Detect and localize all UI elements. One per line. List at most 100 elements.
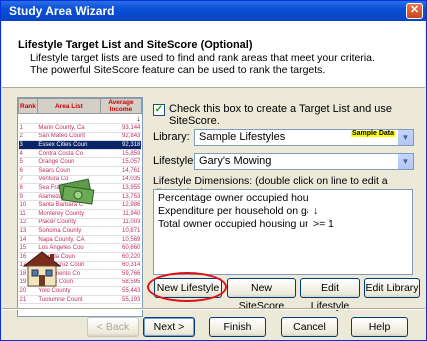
- table-row: 4 Contra Costa Co 15,859: [18, 149, 142, 159]
- table-cell-rank: 5: [18, 157, 38, 167]
- column-header-rank: Rank: [18, 98, 38, 114]
- table-cell-value: 11,003: [100, 218, 142, 228]
- dimension-row[interactable]: Percentage owner occupied housing u: [158, 192, 408, 205]
- table-row: 12 Placer County 11,003: [18, 218, 142, 228]
- table-row: 6 Sears Coun 14,761: [18, 166, 142, 176]
- house-icon: [22, 251, 62, 287]
- dimension-operator: >=: [313, 218, 326, 230]
- table-cell-value: 15,057: [100, 157, 142, 167]
- table-row: 11 Monterey County 11,940: [18, 209, 142, 219]
- library-value: Sample Lifestyles: [199, 131, 286, 143]
- preview-illustration: Rank Area List Average Income ↓ 1 Marin C…: [17, 97, 143, 317]
- table-cell-value: 60,660: [100, 243, 142, 253]
- table-cell-value: 93,144: [100, 123, 142, 133]
- table-cell-value: 60,314: [100, 261, 142, 271]
- library-label: Library:: [153, 131, 190, 143]
- table-row: 3 Essex Cities Coun 92,318: [18, 140, 142, 150]
- table-row: 2 San Mateo Count 92,843: [18, 132, 142, 142]
- chevron-down-icon[interactable]: ▼: [397, 130, 413, 145]
- table-cell-rank: 8: [18, 183, 38, 193]
- footer-divider: [2, 308, 425, 310]
- table-cell-area: Sears Coun: [37, 166, 101, 176]
- table-cell-rank: 7: [18, 175, 38, 185]
- sort-arrow-icon: ↓: [100, 113, 142, 124]
- dimensions-list[interactable]: Percentage owner occupied housing u Expe…: [153, 189, 413, 275]
- study-area-wizard-window: Study Area Wizard ✕ Lifestyle Target Lis…: [0, 0, 427, 341]
- table-cell-value: 14,035: [100, 175, 142, 185]
- table-cell-rank: 9: [18, 192, 38, 202]
- table-cell-area: Essex Cities Coun: [37, 140, 101, 150]
- edit-lifestyle-button[interactable]: Edit Lifestyle: [300, 278, 360, 312]
- wizard-header: Lifestyle Target List and SiteScore (Opt…: [2, 21, 425, 88]
- table-cell-rank: 12: [18, 218, 38, 228]
- table-cell-value: 92,843: [100, 132, 142, 142]
- dimension-row[interactable]: Expenditure per household on garden: ↓: [158, 205, 408, 218]
- dimension-row[interactable]: Total owner occupied housing units >= 1: [158, 218, 408, 231]
- title-bar[interactable]: Study Area Wizard ✕: [1, 1, 426, 21]
- down-arrow-icon: ↓: [313, 205, 319, 217]
- dimension-name: Total owner occupied housing units: [158, 218, 308, 230]
- table-cell-area: Tuolumne Count: [37, 295, 101, 305]
- help-button[interactable]: Help: [351, 317, 408, 337]
- lifestyle-value: Gary's Mowing: [199, 155, 272, 167]
- table-cell-rank: 11: [18, 209, 38, 219]
- table-cell-value: 55,193: [100, 295, 142, 305]
- table-row: 14 Napa County, CA 10,569: [18, 235, 142, 245]
- chevron-down-icon[interactable]: ▼: [397, 154, 413, 169]
- table-cell-rank: 4: [18, 149, 38, 159]
- new-sitescore-button[interactable]: New SiteScore: [227, 278, 296, 312]
- table-cell-value: 58,595: [100, 278, 142, 288]
- table-cell-value: 15,859: [100, 149, 142, 159]
- table-cell-value: 12,986: [100, 200, 142, 210]
- money-icon: [58, 178, 95, 205]
- finish-button[interactable]: Finish: [209, 317, 266, 337]
- lifestyle-label: Lifestyle:: [153, 155, 197, 167]
- back-button[interactable]: < Back: [87, 317, 139, 337]
- table-cell-rank: 2: [18, 132, 38, 142]
- table-cell-rank: 10: [18, 200, 38, 210]
- new-lifestyle-button[interactable]: New Lifestyle: [154, 278, 222, 298]
- table-cell-value: 92,318: [100, 140, 142, 150]
- table-cell-area: Yolo County: [37, 286, 101, 296]
- table-cell-value: 13,753: [100, 192, 142, 202]
- sample-data-badge: Sample Data: [350, 130, 395, 137]
- table-cell-value: 11,940: [100, 209, 142, 219]
- table-cell-rank: 21: [18, 295, 38, 305]
- table-cell-value: 60,220: [100, 252, 142, 262]
- dimension-value: 1: [328, 218, 334, 230]
- dimension-name: Expenditure per household on garden:: [158, 205, 308, 217]
- column-header-area: Area List: [36, 98, 101, 114]
- table-cell-value: 55,443: [100, 286, 142, 296]
- table-cell-rank: 13: [18, 226, 38, 236]
- next-button[interactable]: Next >: [143, 317, 195, 337]
- table-cell-rank: 1: [18, 123, 38, 133]
- create-target-list-checkbox[interactable]: ✓: [153, 104, 165, 116]
- page-heading: Lifestyle Target List and SiteScore (Opt…: [18, 39, 253, 51]
- cancel-button[interactable]: Cancel: [281, 317, 338, 337]
- table-cell-area: Napa County, CA: [37, 235, 101, 245]
- table-cell-area: Marin County, Ca: [37, 123, 101, 133]
- library-select[interactable]: Sample Lifestyles Sample Data ▼: [194, 129, 414, 146]
- table-cell-value: 14,761: [100, 166, 142, 176]
- table-cell-area: Sonoma County: [37, 226, 101, 236]
- lifestyle-select[interactable]: Gary's Mowing ▼: [194, 153, 414, 170]
- table-row: 21 Tuolumne Count 55,193: [18, 295, 142, 305]
- dimension-name: Percentage owner occupied housing u: [158, 192, 308, 204]
- window-title: Study Area Wizard: [9, 4, 115, 18]
- table-cell-area: Placer County: [37, 218, 101, 228]
- table-cell-value: 59,766: [100, 269, 142, 279]
- table-cell-value: 13,955: [100, 183, 142, 193]
- table-cell-rank: 3: [18, 140, 38, 150]
- table-cell-rank: 20: [18, 286, 38, 296]
- table-cell-area: Orange Coun: [37, 157, 101, 167]
- table-cell-rank: 14: [18, 235, 38, 245]
- table-row: 5 Orange Coun 15,057: [18, 157, 142, 167]
- table-cell-area: Monterey County: [37, 209, 101, 219]
- page-description: Lifestyle target lists are used to find …: [30, 52, 375, 76]
- create-target-list-label[interactable]: Check this box to create a Target List a…: [169, 103, 426, 127]
- close-icon[interactable]: ✕: [406, 3, 423, 19]
- table-cell-rank: 6: [18, 166, 38, 176]
- table-row: 13 Sonoma County 10,871: [18, 226, 142, 236]
- edit-library-button[interactable]: Edit Library: [364, 278, 420, 298]
- column-header-income: Average Income: [99, 98, 142, 114]
